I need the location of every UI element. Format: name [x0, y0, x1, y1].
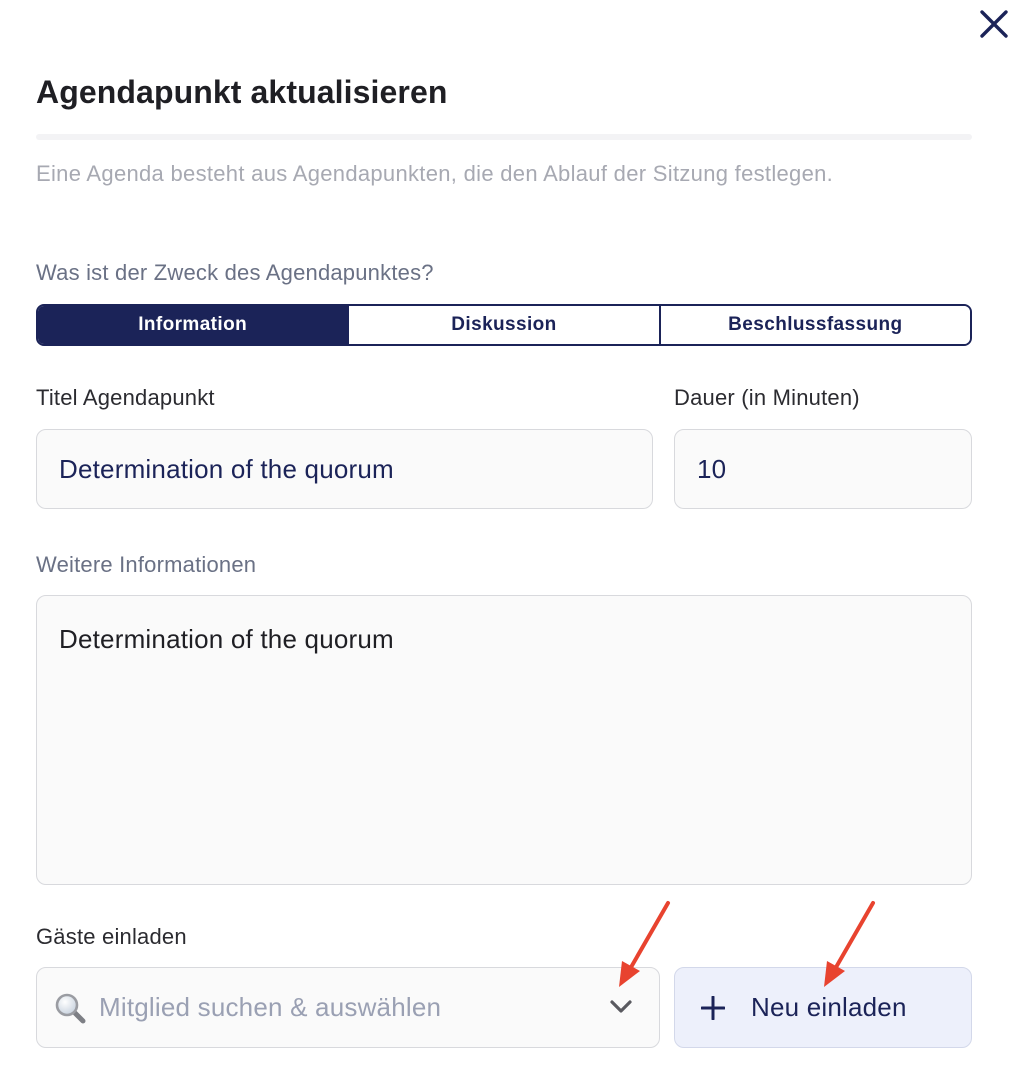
purpose-label: Was ist der Zweck des Agendapunktes? [36, 260, 434, 285]
segment-diskussion[interactable]: Diskussion [347, 306, 659, 344]
duration-input[interactable]: 10 [674, 429, 972, 509]
info-field-label: Weitere Informationen [36, 552, 257, 577]
segment-information[interactable]: Information [38, 306, 348, 344]
title-divider [36, 134, 972, 140]
member-search-select[interactable]: Mitglied suchen & auswählen [36, 967, 660, 1048]
duration-field-label: Dauer (in Minuten) [674, 385, 860, 410]
invite-new-button[interactable]: Neu einladen [674, 967, 972, 1048]
close-button[interactable] [976, 6, 1012, 42]
guests-label: Gäste einladen [36, 924, 187, 949]
member-search-placeholder: Mitglied suchen & auswählen [99, 992, 442, 1022]
dialog-subtitle: Eine Agenda besteht aus Agendapunkten, d… [36, 161, 834, 186]
plus-icon [701, 995, 725, 1020]
segment-beschlussfassung[interactable]: Beschlussfassung [658, 306, 970, 344]
duration-input-value: 10 [697, 453, 727, 484]
purpose-segmented-control: Information Diskussion Beschlussfassung [36, 304, 972, 346]
search-icon [55, 993, 86, 1023]
close-icon [980, 10, 1008, 38]
title-field-label: Titel Agendapunkt [36, 385, 215, 410]
info-textarea[interactable]: Determination of the quorum [36, 595, 972, 885]
title-input-value: Determination of the quorum [59, 453, 394, 484]
invite-new-button-label: Neu einladen [751, 992, 907, 1022]
title-input[interactable]: Determination of the quorum [36, 429, 653, 509]
dialog-title: Agendapunkt aktualisieren [36, 74, 448, 110]
chevron-down-icon[interactable] [609, 998, 633, 1014]
